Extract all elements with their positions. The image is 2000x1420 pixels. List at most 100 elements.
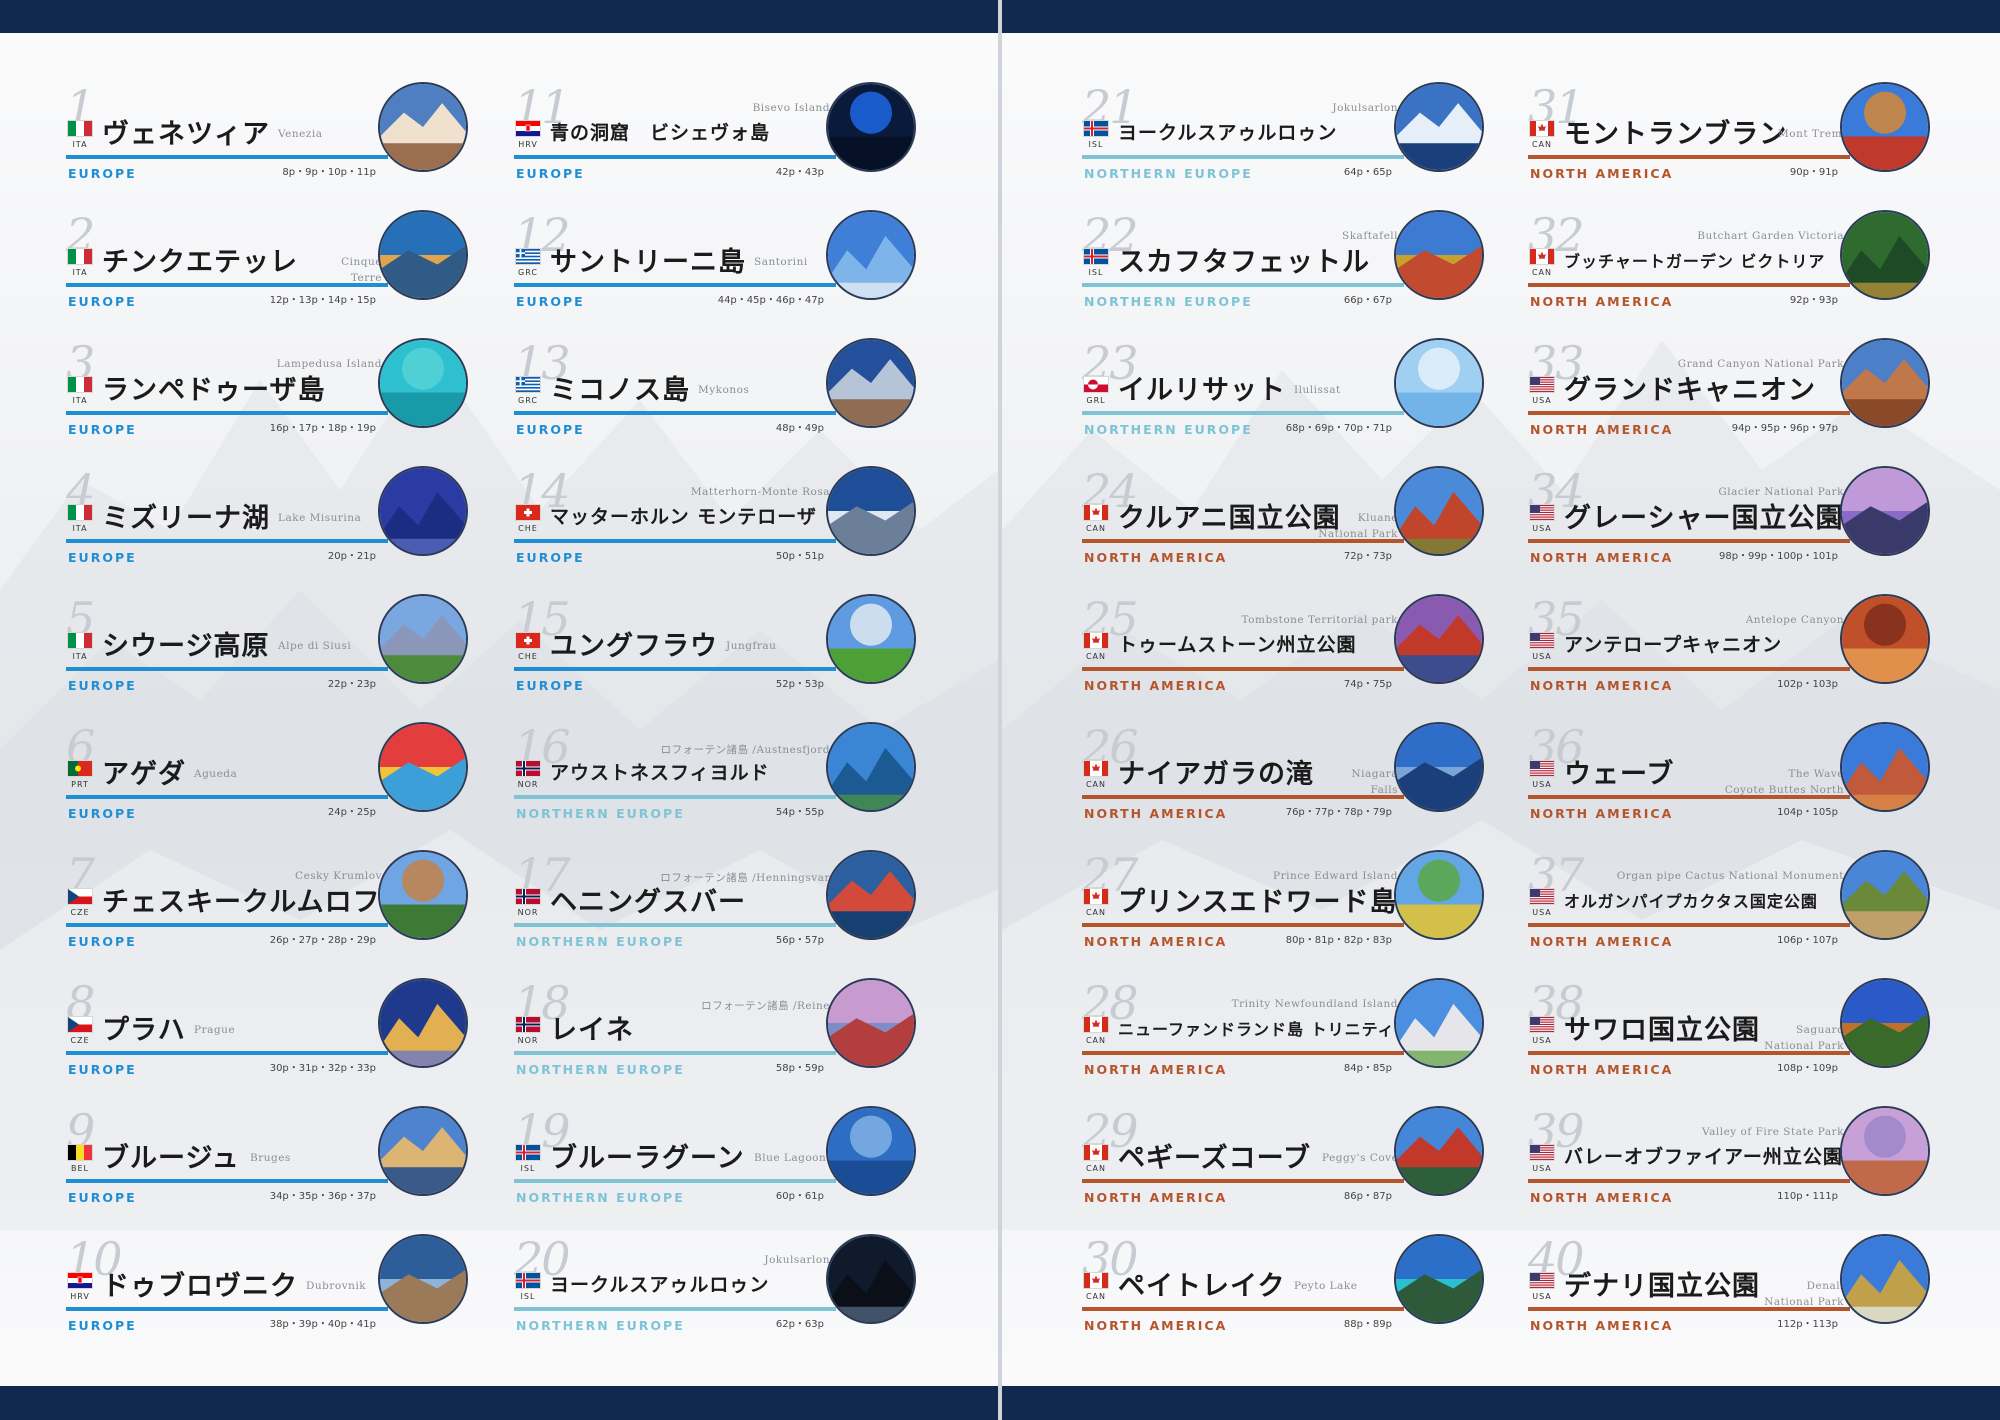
destination-name-jp: ブルーラグーン bbox=[550, 1143, 745, 1174]
destination-entry[interactable]: 9 BEL ブルージュ Bruges 34p・35p・36p・37p EUROPE bbox=[66, 1106, 486, 1214]
country-code: ITA bbox=[72, 268, 88, 277]
ilulissat-photo bbox=[1394, 338, 1484, 428]
destination-name-en: Matterhorn-Monte Rosa bbox=[690, 486, 830, 498]
destination-entry[interactable]: 28 CAN ニューファンドランド島 トリニティ Trinity Newfoundla… bbox=[1082, 978, 1502, 1086]
destination-entry[interactable]: 38 USA サワロ国立公園 Saguaro National Park 108p・10… bbox=[1528, 978, 1948, 1086]
destination-entry[interactable]: 4 ITA ミズリーナ湖 Lake Misurina 20p・21p EUROPE bbox=[66, 466, 486, 574]
grc-flag-icon bbox=[515, 248, 541, 265]
country-code: GRC bbox=[518, 396, 538, 405]
matterhorn-photo bbox=[826, 466, 916, 556]
destination-name-jp: ブルージュ bbox=[102, 1143, 240, 1174]
destination-entry[interactable]: 19 ISL ブルーラグーン Blue Lagoon 60p・61p NORTHERN E… bbox=[514, 1106, 934, 1214]
destination-entry[interactable]: 23 GRL イルリサット Ilulissat 68p・69p・70p・71p NORTH… bbox=[1082, 338, 1502, 446]
can-flag-icon bbox=[1083, 1016, 1109, 1033]
destination-entry[interactable]: 2 ITA チンクエテッレ Cinque Terre 12p・13p・14p・15p EU… bbox=[66, 210, 486, 318]
austnesfjord-photo bbox=[826, 722, 916, 812]
destination-entry[interactable]: 31 CAN モントランブラン Mont Tremblant 90p・91p NORTH … bbox=[1528, 82, 1948, 190]
region-line bbox=[66, 1051, 388, 1055]
region-label: EUROPE bbox=[68, 1062, 137, 1077]
region-line bbox=[514, 923, 836, 927]
destination-entry[interactable]: 40 USA デナリ国立公園 Denali National Park 112p・113… bbox=[1528, 1234, 1948, 1342]
destination-name-jp: アゲダ bbox=[102, 759, 186, 790]
page-numbers: 104p・105p bbox=[1777, 807, 1838, 818]
page-numbers: 80p・81p・82p・83p bbox=[1285, 935, 1392, 946]
region-label: NORTH AMERICA bbox=[1530, 166, 1674, 181]
destination-entry[interactable]: 29 CAN ペギーズコーブ Peggy's Cove 86p・87p NORTH AME… bbox=[1082, 1106, 1502, 1214]
destination-entry[interactable]: 16 NOR アウストネスフィヨルド ロフォーテン諸島 /Austnesfjord 54… bbox=[514, 722, 934, 830]
destination-name-en: Tombstone Territorial park bbox=[1241, 614, 1398, 626]
region-line bbox=[66, 1179, 388, 1183]
destination-entry[interactable]: 18 NOR レイネ ロフォーテン諸島 /Reine 58p・59p NORTHERN E… bbox=[514, 978, 934, 1086]
destination-name-en: Lampedusa Island bbox=[276, 358, 382, 370]
destination-entry[interactable]: 32 CAN ブッチャートガーデン ビクトリア Butchart Garden Vic… bbox=[1528, 210, 1948, 318]
can-flag-icon bbox=[1083, 504, 1109, 521]
destination-entry[interactable]: 24 CAN クルアニ国立公園 Kluane National Park 72p・73p… bbox=[1082, 466, 1502, 574]
page-numbers: 26p・27p・28p・29p bbox=[269, 935, 376, 946]
region-line bbox=[1528, 283, 1850, 287]
region-label: EUROPE bbox=[68, 806, 137, 821]
region-line bbox=[1528, 155, 1850, 159]
usa-flag-icon bbox=[1529, 1016, 1555, 1033]
destination-entry[interactable]: 13 GRC ミコノス島 Mykonos 48p・49p EUROPE bbox=[514, 338, 934, 446]
region-label: EUROPE bbox=[68, 678, 137, 693]
destination-name-en: Bisevo Island bbox=[752, 102, 830, 114]
destination-entry[interactable]: 11 HRV 青の洞窟 ビシェヴォ島 Bisevo Island 42p・43p EURO… bbox=[514, 82, 934, 190]
usa-flag-icon bbox=[1529, 888, 1555, 905]
page-numbers: 56p・57p bbox=[775, 935, 824, 946]
destination-entry[interactable]: 34 USA グレーシャー国立公園 Glacier National Park 98p・… bbox=[1528, 466, 1948, 574]
destination-name-jp: チェスキークルムロフ bbox=[102, 887, 381, 918]
country-code: CAN bbox=[1085, 1036, 1107, 1045]
destination-entry[interactable]: 30 CAN ペイトレイク Peyto Lake 88p・89p NORTH AMERIC… bbox=[1082, 1234, 1502, 1342]
destination-entry[interactable]: 21 ISL ヨークルスアゥルロゥン Jokulsarlon 64p・65p NORTHE… bbox=[1082, 82, 1502, 190]
country-code: CAN bbox=[1085, 908, 1107, 917]
destination-entry[interactable]: 1 ITA ヴェネツィア Venezia 8p・9p・10p・11p EUROPE bbox=[66, 82, 486, 190]
kluane-photo bbox=[1394, 466, 1484, 556]
page-numbers: 112p・113p bbox=[1777, 1319, 1838, 1330]
page-numbers: 110p・111p bbox=[1777, 1191, 1838, 1202]
country-code: CHE bbox=[518, 652, 538, 661]
destination-entry[interactable]: 25 CAN トゥームストーン州立公園 Tombstone Territorial p… bbox=[1082, 594, 1502, 702]
country-code: NOR bbox=[517, 780, 539, 789]
destination-entry[interactable]: 22 ISL スカフタフェットル Skaftafell 66p・67p NORTHERN … bbox=[1082, 210, 1502, 318]
destination-entry[interactable]: 3 ITA ランペドゥーザ島 Lampedusa Island 16p・17p・18p・… bbox=[66, 338, 486, 446]
destination-entry[interactable]: 26 CAN ナイアガラの滝 Niagara Falls 76p・77p・78p・79p… bbox=[1082, 722, 1502, 830]
destination-entry[interactable]: 39 USA バレーオブファイアー州立公園 Valley of Fire State … bbox=[1528, 1106, 1948, 1214]
region-line bbox=[514, 1051, 836, 1055]
region-label: NORTHERN EUROPE bbox=[516, 934, 685, 949]
destination-name-jp: ヘニングスバー bbox=[550, 887, 746, 918]
destination-entry[interactable]: 15 CHE ユングフラウ Jungfrau 52p・53p EUROPE bbox=[514, 594, 934, 702]
country-code: ISL bbox=[520, 1164, 536, 1173]
destination-entry[interactable]: 33 USA グランドキャニオン Grand Canyon National Park… bbox=[1528, 338, 1948, 446]
region-line bbox=[1082, 667, 1404, 671]
destination-entry[interactable]: 5 ITA シウージ高原 Alpe di Siusi 22p・23p EUROPE bbox=[66, 594, 486, 702]
destination-entry[interactable]: 6 PRT アゲダ Agueda 24p・25p EUROPE bbox=[66, 722, 486, 830]
destination-entry[interactable]: 8 CZE プラハ Prague 30p・31p・32p・33p EUROPE bbox=[66, 978, 486, 1086]
destination-name-en: Lake Misurina bbox=[278, 512, 362, 524]
destination-name-jp: マッターホルン モンテローザ bbox=[550, 506, 817, 528]
region-line bbox=[514, 411, 836, 415]
destination-name-en: Bruges bbox=[250, 1152, 291, 1164]
region-line bbox=[1082, 539, 1404, 543]
destination-entry[interactable]: 10 HRV ドゥブロヴニク Dubrovnik 38p・39p・40p・41p EURO… bbox=[66, 1234, 486, 1342]
henningsvaer-photo bbox=[826, 850, 916, 940]
destination-entry[interactable]: 36 USA ウェーブ The Wave Coyote Buttes North 104… bbox=[1528, 722, 1948, 830]
ita-flag-icon bbox=[67, 504, 93, 521]
region-line bbox=[514, 1179, 836, 1183]
destination-entry[interactable]: 20 ISL ヨークルスアゥルロゥン Jokulsarlon 62p・63p NORTHE… bbox=[514, 1234, 934, 1342]
page-numbers: 24p・25p bbox=[327, 807, 376, 818]
page-numbers: 30p・31p・32p・33p bbox=[269, 1063, 376, 1074]
destination-name-jp: ナイアガラの滝 bbox=[1118, 759, 1314, 790]
destination-entry[interactable]: 37 USA オルガンパイプカクタス国定公園 Organ pipe Cactus Na… bbox=[1528, 850, 1948, 958]
destination-entry[interactable]: 17 NOR ヘニングスバー ロフォーテン諸島 /Henningsvar 56p・57p… bbox=[514, 850, 934, 958]
country-code: ITA bbox=[72, 140, 88, 149]
destination-entry[interactable]: 27 CAN プリンスエドワード島 Prince Edward Island 80p・8… bbox=[1082, 850, 1502, 958]
country-code: CAN bbox=[1085, 652, 1107, 661]
region-label: EUROPE bbox=[516, 678, 585, 693]
destination-entry[interactable]: 7 CZE チェスキークルムロフ Cesky Krumlov 26p・27p・28p・2… bbox=[66, 850, 486, 958]
destination-name-en: Glacier National Park bbox=[1718, 486, 1844, 498]
destination-entry[interactable]: 12 GRC サントリーニ島 Santorini 44p・45p・46p・47p EURO… bbox=[514, 210, 934, 318]
destination-name-en: Santorini bbox=[754, 256, 808, 268]
destination-entry[interactable]: 14 CHE マッターホルン モンテローザ Matterhorn-Monte Rosa… bbox=[514, 466, 934, 574]
page-numbers: 92p・93p bbox=[1789, 295, 1838, 306]
destination-entry[interactable]: 35 USA アンテロープキャニオン Antelope Canyon 102p・103p… bbox=[1528, 594, 1948, 702]
